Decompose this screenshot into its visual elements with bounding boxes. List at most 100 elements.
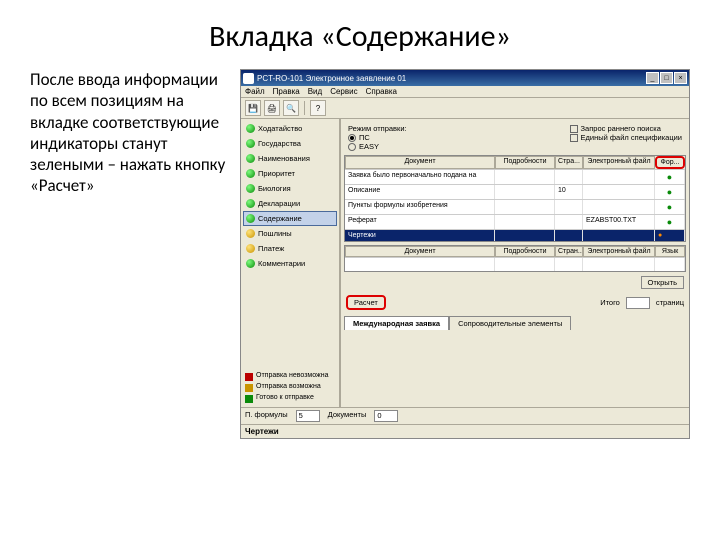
checkbox-single-spec[interactable] [570,134,578,142]
slide-description: После ввода информации по всем позициям … [30,69,230,439]
radio-label: EASY [359,142,379,151]
indicator-orange-icon: ● [655,230,685,241]
sidebar-label: Наименования [258,154,310,163]
cell-doc: Чертежи [345,230,495,241]
documents-table-1: Документ Подробности Стра... Электронный… [344,155,686,242]
status-claims-label: П. формулы [245,410,288,422]
cell-pages: 10 [555,185,583,199]
menubar: Файл Правка Вид Сервис Справка [241,86,689,98]
legend-red-icon [245,373,253,381]
indicator-green-icon [246,124,255,133]
table-row-selected[interactable]: Чертежи ● [345,229,685,241]
table-row[interactable]: Описание 10 ● [345,184,685,199]
sidebar: Ходатайство Государства Наименования При… [241,119,341,407]
th-document: Документ [345,156,495,169]
toolbar-help-icon[interactable]: ? [310,100,326,116]
menu-edit[interactable]: Правка [273,87,300,96]
sidebar-label: Биология [258,184,291,193]
indicator-green-icon [246,259,255,268]
radio-pc[interactable] [348,134,356,142]
sidebar-item-priority[interactable]: Приоритет [243,166,337,181]
sidebar-label: Комментарии [258,259,305,268]
status-drawings-value: 0 [374,410,398,422]
sidebar-item-names[interactable]: Наименования [243,151,337,166]
menu-help[interactable]: Справка [366,87,397,96]
sidebar-label: Приоритет [258,169,295,178]
pages-unit: страниц [656,298,684,307]
sidebar-item-biology[interactable]: Биология [243,181,337,196]
th-efile: Электронный файл [583,156,655,169]
indicator-green-icon [246,214,255,223]
toolbar-preview-icon[interactable]: 🔍 [283,100,299,116]
slide-title: Вкладка «Содержание» [30,18,690,55]
th-pages: Стра... [555,156,583,169]
status-drawings-label: Документы [328,410,367,422]
total-label: Итого [600,298,620,307]
cell-doc: Описание [345,185,495,199]
sidebar-label: Декларации [258,199,300,208]
tab-accompanying[interactable]: Сопроводительные элементы [449,316,571,330]
indicator-green-icon [246,184,255,193]
status-claims-value: 5 [296,410,320,422]
indicator-green-icon [246,139,255,148]
sidebar-item-declarations[interactable]: Декларации [243,196,337,211]
sidebar-item-petition[interactable]: Ходатайство [243,121,337,136]
checkbox-label: Единый файл спецификации [581,133,682,142]
th-lang: Язык [655,246,685,257]
open-button[interactable]: Открыть [641,276,684,289]
indicator-yellow-icon [246,229,255,238]
sidebar-label: Государства [258,139,301,148]
indicator-green-icon [246,169,255,178]
table-row[interactable]: Пункты формулы изобретения ● [345,199,685,214]
cell-doc: Реферат [345,215,495,229]
radio-easy[interactable] [348,143,356,151]
th-details: Подробности [495,246,555,257]
application-window: PCT-RO-101 Электронное заявление 01 _ □ … [240,69,690,439]
toolbar: 💾 🖨 🔍 ? [241,98,689,119]
window-title: PCT-RO-101 Электронное заявление 01 [257,74,646,83]
sidebar-label: Пошлины [258,229,292,238]
tab-international[interactable]: Международная заявка [344,316,449,330]
indicator-green-icon: ● [655,215,685,229]
sidebar-item-payment[interactable]: Платеж [243,241,337,256]
total-value [626,297,650,309]
toolbar-save-icon[interactable]: 💾 [245,100,261,116]
legend-label: Готово к отправке [256,394,314,402]
th-efile: Электронный файл [583,246,655,257]
indicator-green-icon: ● [655,170,685,184]
toolbar-print-icon[interactable]: 🖨 [264,100,280,116]
sidebar-item-comments[interactable]: Комментарии [243,256,337,271]
sidebar-item-states[interactable]: Государства [243,136,337,151]
documents-table-2: Документ Подробности Стран... Электронны… [344,245,686,272]
indicator-green-icon [246,154,255,163]
checkbox-request-search[interactable] [570,125,578,133]
indicator-green-icon: ● [655,200,685,214]
indicator-yellow-icon [246,244,255,253]
indicator-green-icon: ● [655,185,685,199]
titlebar: PCT-RO-101 Электронное заявление 01 _ □ … [241,70,689,86]
legend-green-icon [245,395,253,403]
menu-tools[interactable]: Сервис [330,87,357,96]
sidebar-label: Ходатайство [258,124,302,133]
sidebar-item-contents[interactable]: Содержание [243,211,337,226]
cell-doc: Пункты формулы изобретения [345,200,495,214]
calculate-button[interactable]: Расчет [346,295,386,310]
bottom-tabs: Международная заявка Сопроводительные эл… [344,316,686,330]
table-row[interactable]: Реферат EZABST00.TXT ● [345,214,685,229]
minimize-button[interactable]: _ [646,72,659,84]
sidebar-label: Содержание [258,214,302,223]
cell-efile: EZABST00.TXT [583,215,655,229]
menu-file[interactable]: Файл [245,87,265,96]
sidebar-label: Платеж [258,244,284,253]
close-button[interactable]: × [674,72,687,84]
table-row[interactable]: Заявка было первоначально подана на ● [345,169,685,184]
menu-view[interactable]: Вид [308,87,322,96]
table-row-empty [345,257,685,271]
th-details: Подробности [495,156,555,169]
indicator-green-icon [246,199,255,208]
sidebar-item-fees[interactable]: Пошлины [243,226,337,241]
radio-label: ПС [359,133,370,142]
statusbar: П. формулы 5 Документы 0 [241,407,689,424]
maximize-button[interactable]: □ [660,72,673,84]
legend-yellow-icon [245,384,253,392]
